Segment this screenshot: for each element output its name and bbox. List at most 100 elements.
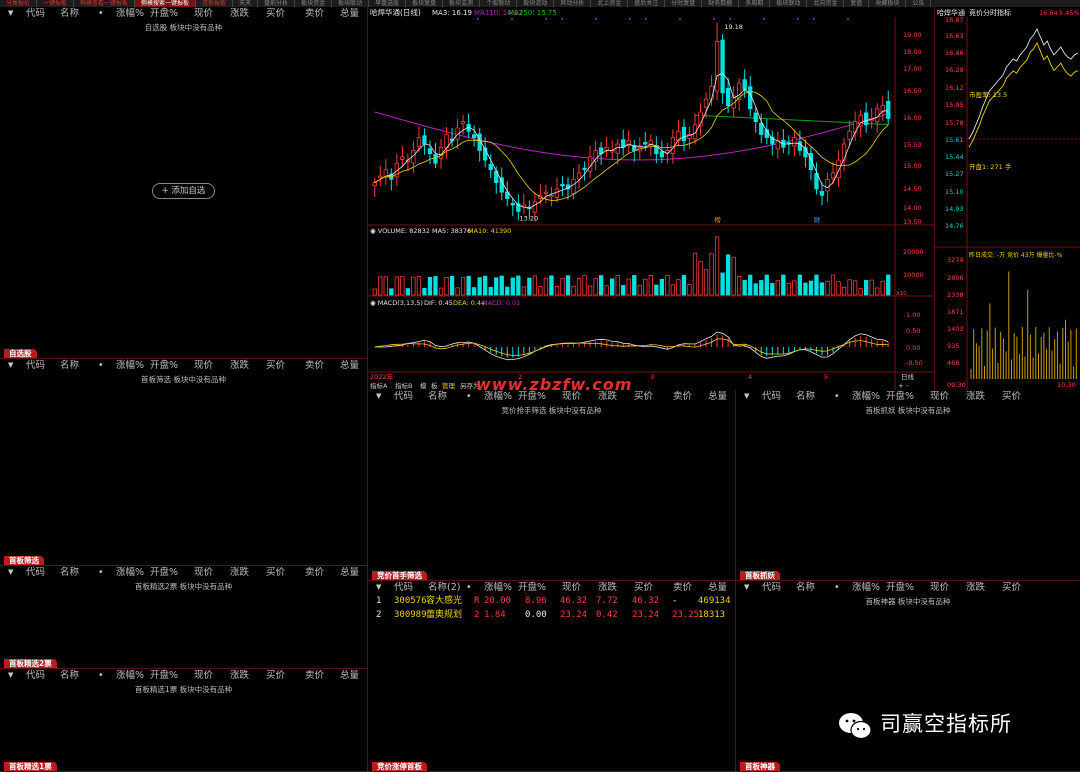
top-tab-21[interactable]: 北向资金: [807, 0, 845, 7]
col-header[interactable]: 代码: [26, 669, 45, 682]
panel-tab-first-board-filter[interactable]: 首板筛选: [4, 556, 44, 565]
panel-tab-first-board-pick2[interactable]: 首板精选2票: [4, 659, 57, 668]
top-tab-23[interactable]: 收藏板块: [869, 0, 907, 7]
col-header[interactable]: 涨幅%: [116, 566, 144, 579]
col-header[interactable]: 涨幅%: [116, 7, 144, 20]
col-header[interactable]: 代码: [762, 581, 781, 594]
sort-arrow-icon[interactable]: ▼: [376, 581, 381, 594]
panel-tab-auction-limit[interactable]: 竞价涨停首板: [372, 762, 427, 771]
col-header[interactable]: 卖价: [305, 669, 324, 682]
col-header[interactable]: 开盘%: [150, 359, 178, 372]
top-tab-2[interactable]: 侧模查看一键报板: [74, 0, 136, 7]
col-header[interactable]: 名称: [428, 390, 447, 403]
col-header[interactable]: •: [98, 7, 104, 20]
panel-tab-first-board-demon[interactable]: 首板抓妖: [740, 571, 780, 580]
col-header[interactable]: 卖价: [673, 581, 692, 594]
col-header[interactable]: 涨跌: [966, 581, 985, 594]
col-header[interactable]: 开盘%: [150, 566, 178, 579]
col-header[interactable]: 现价: [930, 581, 949, 594]
col-header[interactable]: 开盘%: [518, 581, 546, 594]
col-header[interactable]: 总量: [340, 669, 359, 682]
col-header[interactable]: 名称: [60, 566, 79, 579]
col-header[interactable]: 买价: [266, 669, 285, 682]
top-tab-17[interactable]: 分时复盘: [665, 0, 703, 7]
add-watchlist-button[interactable]: + 添加自选: [152, 183, 215, 199]
col-header[interactable]: 卖价: [305, 7, 324, 20]
col-header[interactable]: 涨幅%: [852, 581, 880, 594]
col-header[interactable]: 涨幅%: [852, 390, 880, 403]
col-header[interactable]: 名称: [796, 581, 815, 594]
col-header[interactable]: 买价: [634, 390, 653, 403]
col-header[interactable]: 总量: [708, 390, 727, 403]
top-tab-16[interactable]: 盘后关注: [628, 0, 666, 7]
top-tab-12[interactable]: 个股联动: [480, 0, 518, 7]
indicator-tab[interactable]: 板: [431, 381, 438, 390]
indicator-tab[interactable]: 管理: [442, 381, 456, 390]
sort-arrow-icon[interactable]: ▼: [376, 390, 381, 403]
col-header[interactable]: 买价: [266, 566, 285, 579]
sort-arrow-icon[interactable]: ▼: [744, 581, 749, 594]
top-tab-22[interactable]: 复盘: [844, 0, 870, 7]
col-header[interactable]: 卖价: [305, 566, 324, 579]
top-tab-5[interactable]: 天天: [233, 0, 259, 7]
col-header[interactable]: 涨跌: [966, 390, 985, 403]
top-tab-10[interactable]: 板块复盘: [406, 0, 444, 7]
top-tab-13[interactable]: 板块流动: [517, 0, 555, 7]
col-header[interactable]: 代码: [26, 359, 45, 372]
table-row[interactable]: 2 300989 蕾奥规划 2 1.84 0.00 23.24 0.42 23.24 23.25 1…: [368, 608, 735, 622]
col-header[interactable]: 名称: [60, 359, 79, 372]
col-header[interactable]: •: [98, 566, 104, 579]
col-header[interactable]: 代码: [26, 7, 45, 20]
col-header[interactable]: 总量: [340, 359, 359, 372]
col-header[interactable]: •: [834, 581, 840, 594]
top-tab-0[interactable]: 分类报价: [0, 0, 38, 7]
col-header[interactable]: 名称: [60, 669, 79, 682]
col-header[interactable]: 现价: [930, 390, 949, 403]
col-header[interactable]: •: [98, 669, 104, 682]
top-tab-15[interactable]: 北上资金: [591, 0, 629, 7]
col-header[interactable]: 现价: [194, 7, 213, 20]
panel-tab-first-board-pick1[interactable]: 首板精选1票: [4, 762, 57, 771]
top-tab-18[interactable]: 财务数据: [702, 0, 740, 7]
top-tab-24[interactable]: 公告: [906, 0, 932, 7]
col-header[interactable]: 总量: [340, 7, 359, 20]
kline-chart[interactable]: 哈焊华通(日线) MA3: 16.19 MA110: 14.92MA250: 15.…: [368, 7, 935, 390]
col-header[interactable]: 涨跌: [598, 581, 617, 594]
indicator-tab[interactable]: 模: [420, 381, 427, 390]
sort-arrow-icon[interactable]: ▼: [8, 7, 13, 20]
col-header[interactable]: •: [834, 390, 840, 403]
panel-tab-watchlist[interactable]: 自选股: [4, 349, 37, 358]
col-header[interactable]: 总量: [340, 566, 359, 579]
top-tab-9[interactable]: 早盘选股: [369, 0, 407, 7]
col-header[interactable]: 总量: [708, 581, 727, 594]
col-header[interactable]: 代码: [394, 390, 413, 403]
top-tab-8[interactable]: 板块联动: [332, 0, 370, 7]
col-header[interactable]: 名称: [60, 7, 79, 20]
top-tab-7[interactable]: 板块资金: [295, 0, 333, 7]
col-header[interactable]: 涨跌: [230, 7, 249, 20]
col-header[interactable]: 卖价: [673, 390, 692, 403]
indicator-tab[interactable]: 指标A: [370, 381, 388, 390]
intraday-chart[interactable]: 哈焊华通 竞价分时指标 16.64 5.45%16.8716.6316.4616.29…: [935, 7, 1080, 390]
col-header[interactable]: •: [466, 581, 472, 594]
col-header[interactable]: 名称(2): [428, 581, 460, 594]
col-header[interactable]: 涨幅%: [484, 581, 512, 594]
col-header[interactable]: 买价: [1002, 390, 1021, 403]
kline-chart-panel[interactable]: 哈焊华通(日线) MA3: 16.19 MA110: 14.92 MA250: 15.…: [368, 7, 935, 390]
col-header[interactable]: 买价: [1002, 581, 1021, 594]
col-header[interactable]: 买价: [634, 581, 653, 594]
top-tab-6[interactable]: 盘前分析: [258, 0, 296, 7]
intraday-panel[interactable]: 哈焊华通 竞价分时指标 16.64 5.45% 16.87 16.63 16.46 16.29…: [935, 7, 1080, 390]
sort-arrow-icon[interactable]: ▼: [8, 359, 13, 372]
col-header[interactable]: 涨跌: [230, 359, 249, 372]
col-header[interactable]: 现价: [562, 581, 581, 594]
top-tab-20[interactable]: 板块联动: [770, 0, 808, 7]
col-header[interactable]: 现价: [194, 566, 213, 579]
top-tab-3[interactable]: 侧模搜索一键报板: [135, 0, 197, 7]
col-header[interactable]: 代码: [762, 390, 781, 403]
col-header[interactable]: •: [466, 390, 472, 403]
sort-arrow-icon[interactable]: ▼: [8, 669, 13, 682]
top-tab-14[interactable]: 异动分析: [554, 0, 592, 7]
col-header[interactable]: 开盘%: [150, 7, 178, 20]
top-tab-4[interactable]: 连板报板: [196, 0, 234, 7]
